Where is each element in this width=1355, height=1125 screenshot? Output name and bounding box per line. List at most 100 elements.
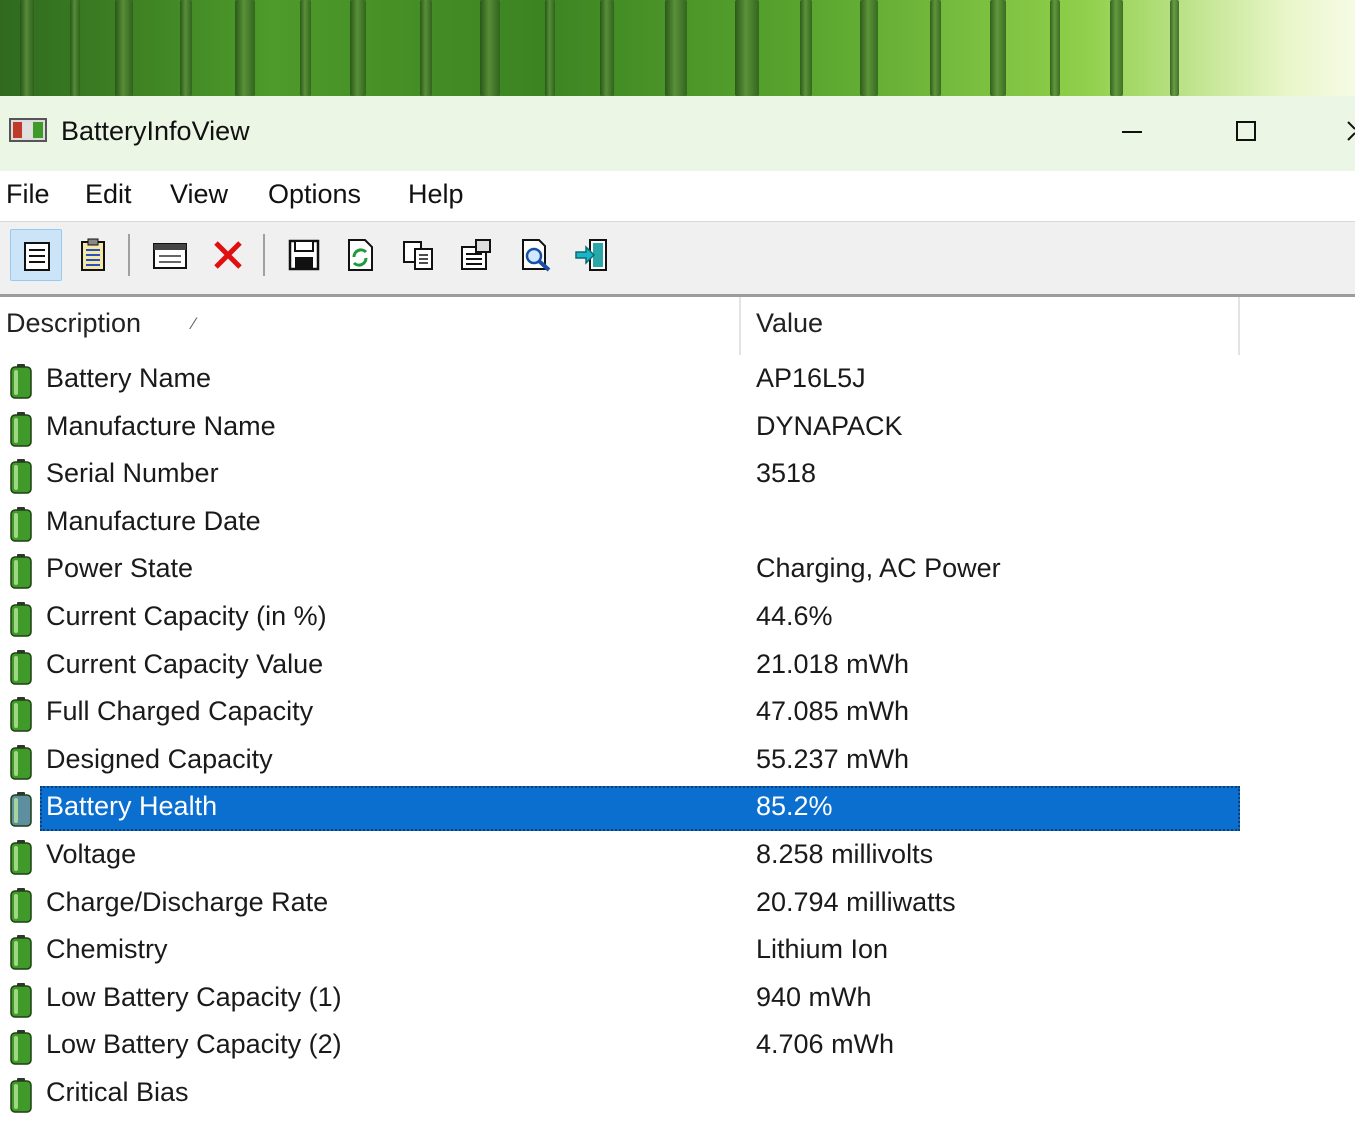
row-value: 940 mWh <box>756 982 872 1012</box>
battery-info-view-button[interactable] <box>10 229 62 281</box>
refresh-button[interactable] <box>334 229 386 281</box>
battery-icon <box>10 745 32 780</box>
row-description: Low Battery Capacity (2) <box>46 1029 342 1059</box>
exit-icon <box>575 239 607 271</box>
copy-button[interactable] <box>392 229 444 281</box>
table-row[interactable]: Full Charged Capacity 47.085 mWh <box>0 690 1355 737</box>
battery-icon <box>10 602 32 637</box>
column-header-value[interactable]: Value <box>756 308 823 339</box>
log-view-icon <box>81 238 105 271</box>
close-icon[interactable] <box>1346 116 1355 146</box>
column-header-description[interactable]: Description <box>6 308 141 339</box>
list-header <box>0 297 1355 355</box>
row-value: 55.237 mWh <box>756 744 910 774</box>
row-value: 44.6% <box>756 601 833 631</box>
properties-icon <box>461 239 491 270</box>
battery-icon <box>10 888 32 923</box>
row-description: Battery Name <box>46 363 212 393</box>
row-value: 4.706 mWh <box>756 1029 895 1059</box>
properties-window-icon <box>153 243 187 269</box>
row-value: Charging, AC Power <box>756 553 1001 583</box>
sort-indicator-icon: ⁄ <box>192 314 195 333</box>
minimize-button[interactable] <box>1102 104 1162 160</box>
row-value: 21.018 mWh <box>756 649 910 679</box>
menu-file[interactable]: File <box>6 179 50 210</box>
properties-window-button[interactable] <box>144 229 196 281</box>
row-value: 85.2% <box>756 791 833 821</box>
table-row[interactable]: Manufacture Date <box>0 500 1355 547</box>
battery-info-view-icon <box>24 242 50 271</box>
desktop-wallpaper <box>0 0 1355 96</box>
battery-icon <box>10 507 32 542</box>
row-description: Full Charged Capacity <box>46 696 314 726</box>
refresh-icon <box>348 239 373 271</box>
save-button[interactable] <box>278 229 330 281</box>
column-divider[interactable] <box>739 297 741 355</box>
maximize-button[interactable] <box>1216 104 1276 160</box>
battery-icon <box>10 935 32 970</box>
battery-icon <box>10 1030 32 1065</box>
table-row[interactable]: Current Capacity (in %) 44.6% <box>0 595 1355 642</box>
battery-icon <box>10 792 32 827</box>
row-description: Manufacture Name <box>46 411 276 441</box>
table-row[interactable]: Critical Bias <box>0 1071 1355 1118</box>
row-value: Lithium Ion <box>756 934 889 964</box>
table-row[interactable]: Current Capacity Value 21.018 mWh <box>0 643 1355 690</box>
table-row[interactable]: Power State Charging, AC Power <box>0 547 1355 594</box>
table-row[interactable]: Serial Number 3518 <box>0 452 1355 499</box>
toolbar-separator <box>128 234 130 276</box>
row-description: Manufacture Date <box>46 506 261 536</box>
copy-icon <box>403 241 433 270</box>
row-description: Current Capacity (in %) <box>46 601 327 631</box>
row-description: Charge/Discharge Rate <box>46 887 329 917</box>
table-row[interactable]: Manufacture Name DYNAPACK <box>0 405 1355 452</box>
menu-options[interactable]: Options <box>268 179 361 210</box>
table-row[interactable]: Chemistry Lithium Ion <box>0 928 1355 975</box>
battery-icon <box>10 1078 32 1113</box>
table-row[interactable]: Charge/Discharge Rate 20.794 milliwatts <box>0 881 1355 928</box>
delete-button[interactable] <box>202 229 254 281</box>
table-row[interactable]: Battery Health 85.2% <box>0 785 1355 832</box>
row-value: AP16L5J <box>756 363 866 393</box>
table-row[interactable]: Low Battery Capacity (1) 940 mWh <box>0 976 1355 1023</box>
row-value: 20.794 milliwatts <box>756 887 956 917</box>
battery-icon <box>10 459 32 494</box>
battery-icon <box>10 650 32 685</box>
battery-icon <box>10 697 32 732</box>
minimize-icon <box>1122 131 1142 133</box>
battery-icon <box>10 364 32 399</box>
row-description: Power State <box>46 553 194 583</box>
selection-highlight <box>40 786 1240 831</box>
row-description: Chemistry <box>46 934 168 964</box>
table-row[interactable]: Voltage 8.258 millivolts <box>0 833 1355 880</box>
row-value: DYNAPACK <box>756 411 903 441</box>
menu-edit[interactable]: Edit <box>85 179 132 210</box>
battery-icon <box>10 840 32 875</box>
row-description: Designed Capacity <box>46 744 273 774</box>
row-description: Serial Number <box>46 458 219 488</box>
table-row[interactable]: Designed Capacity 55.237 mWh <box>0 738 1355 785</box>
properties-button[interactable] <box>450 229 502 281</box>
log-view-button[interactable] <box>67 229 119 281</box>
row-description: Low Battery Capacity (1) <box>46 982 342 1012</box>
row-value: 47.085 mWh <box>756 696 910 726</box>
battery-icon <box>10 554 32 589</box>
menu-view[interactable]: View <box>170 179 228 210</box>
window-title: BatteryInfoView <box>61 116 250 146</box>
row-value: 8.258 millivolts <box>756 839 934 869</box>
row-description: Current Capacity Value <box>46 649 324 679</box>
maximize-icon <box>1236 121 1256 141</box>
column-divider[interactable] <box>1238 297 1240 355</box>
battery-app-icon <box>9 118 47 142</box>
menu-help[interactable]: Help <box>408 179 464 210</box>
row-value: 3518 <box>756 458 817 488</box>
table-row[interactable]: Low Battery Capacity (2) 4.706 mWh <box>0 1023 1355 1070</box>
find-button[interactable] <box>510 229 562 281</box>
toolbar-separator <box>263 234 265 276</box>
table-row[interactable]: Battery Name AP16L5J <box>0 357 1355 404</box>
row-description: Critical Bias <box>46 1077 189 1107</box>
battery-icon <box>10 983 32 1018</box>
row-description: Battery Health <box>46 791 218 821</box>
exit-button[interactable] <box>566 229 618 281</box>
find-icon <box>522 239 551 272</box>
